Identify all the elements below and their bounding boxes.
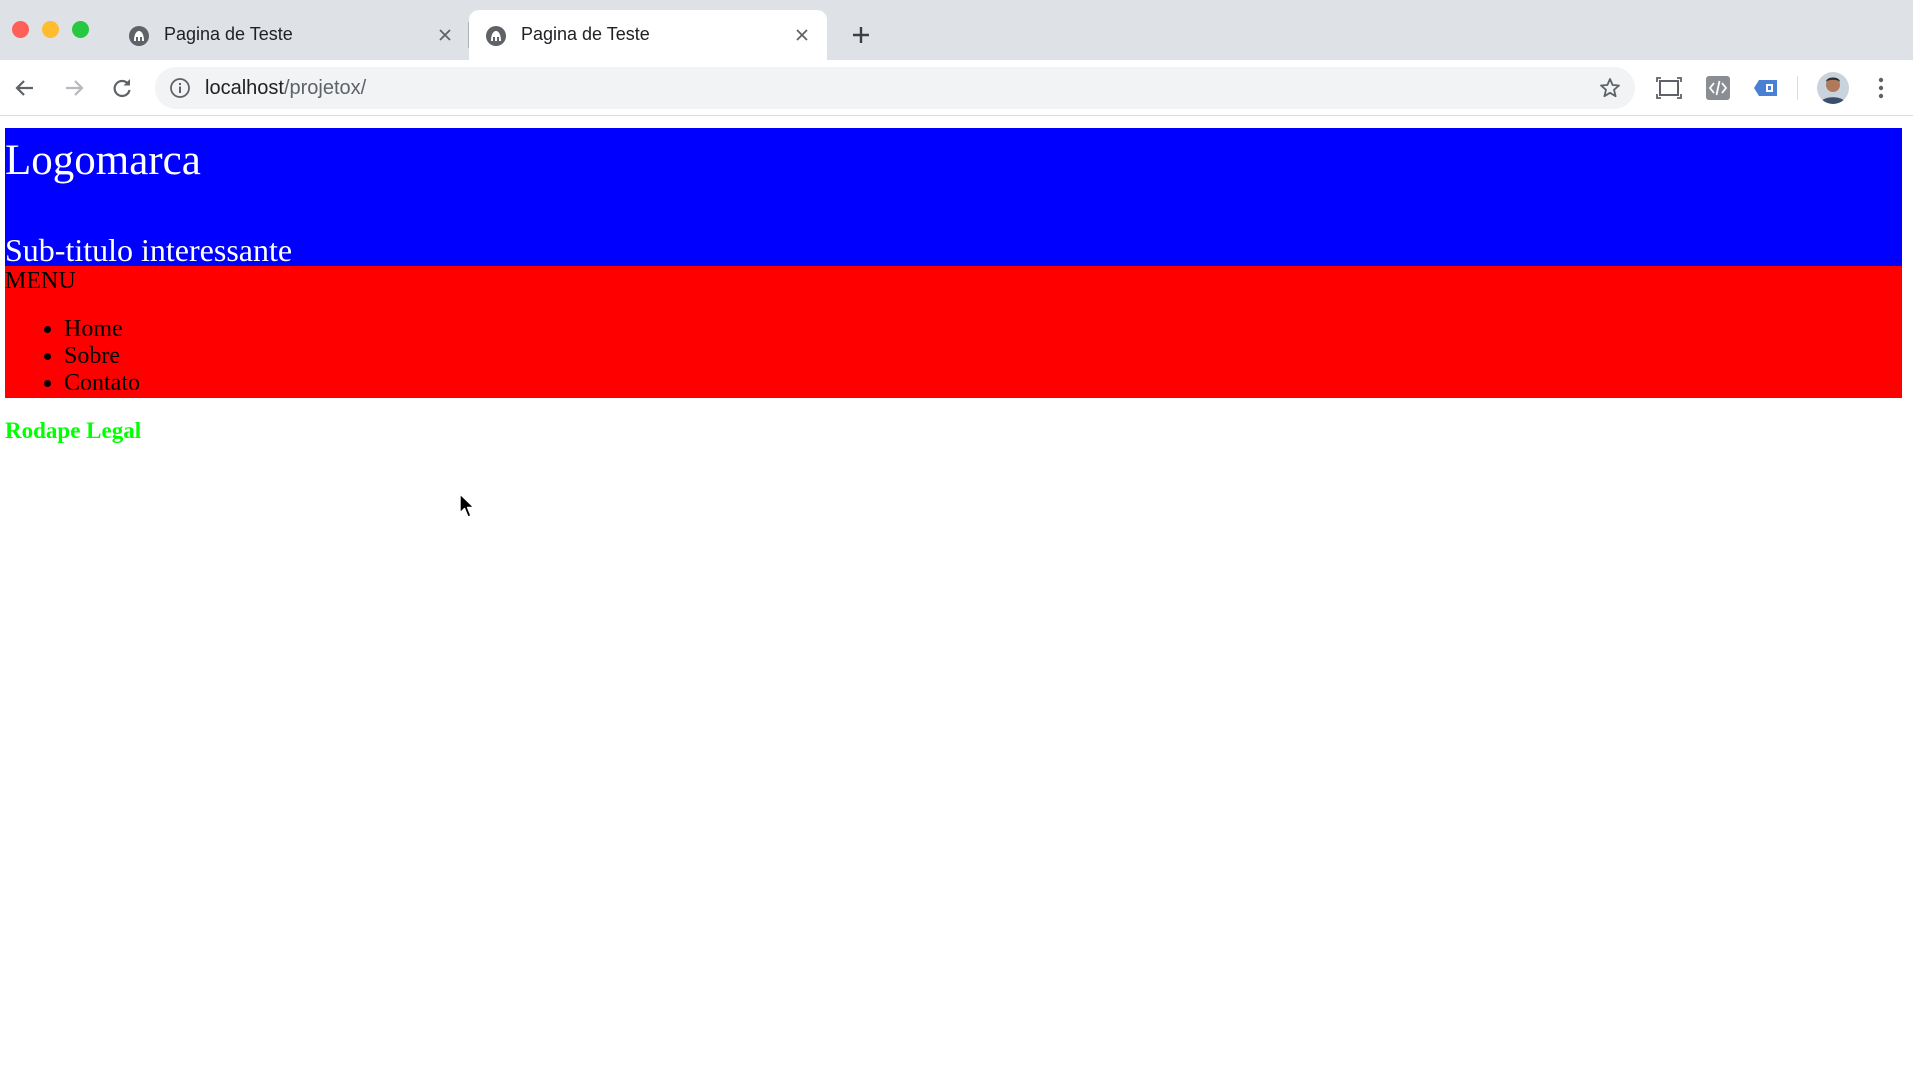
url-text: localhost/projetox/ (205, 77, 366, 100)
menu-link-home[interactable]: Home (64, 316, 123, 342)
plus-icon (853, 27, 869, 43)
arrow-right-icon (66, 80, 84, 96)
profile-avatar[interactable] (1817, 72, 1849, 104)
arrow-left-icon (15, 80, 33, 96)
menu-link-contato[interactable]: Contato (64, 370, 140, 396)
page-logo: Logomarca (5, 137, 201, 184)
new-tab-button[interactable] (848, 22, 874, 48)
window-minimize-button[interactable] (42, 21, 59, 38)
info-icon[interactable] (169, 77, 191, 99)
toolbar-divider (1797, 76, 1798, 100)
menu-item-sobre: Sobre (64, 343, 140, 370)
tab-title: Pagina de Teste (521, 24, 650, 44)
menu-item-home: Home (64, 316, 140, 343)
menu-list: Home Sobre Contato (5, 316, 140, 397)
tab-close-icon[interactable] (434, 24, 456, 46)
tab-title: Pagina de Teste (164, 24, 293, 44)
tab-close-icon[interactable] (791, 24, 813, 46)
code-icon (1706, 76, 1730, 100)
address-bar[interactable]: localhost/projetox/ (155, 67, 1635, 109)
back-button[interactable] (10, 73, 40, 103)
user-avatar-icon (1817, 72, 1849, 104)
window-close-button[interactable] (12, 21, 29, 38)
page-menu: MENU Home Sobre Contato (5, 266, 1902, 398)
window-maximize-button[interactable] (72, 21, 89, 38)
browser-tab-2[interactable]: Pagina de Teste (469, 10, 827, 60)
kebab-menu-icon (1878, 77, 1884, 99)
screen-capture-icon (1656, 77, 1682, 99)
menu-title: MENU (5, 268, 76, 294)
code-extension-button[interactable] (1703, 73, 1733, 103)
screenshot-extension-button[interactable] (1654, 73, 1684, 103)
browser-tab-1[interactable]: Pagina de Teste (112, 10, 470, 60)
github-favicon-icon (129, 26, 149, 46)
browser-toolbar: localhost/projetox/ (0, 60, 1913, 116)
mouse-cursor-icon (459, 493, 475, 518)
forward-button[interactable] (59, 73, 89, 103)
devtools-extension-button[interactable] (1751, 73, 1781, 103)
url-path: /projetox/ (283, 77, 367, 99)
menu-link-sobre[interactable]: Sobre (64, 343, 120, 369)
extension-icon (1754, 80, 1777, 96)
page-header: Logomarca Sub-titulo interessante (5, 128, 1902, 266)
page-subtitle: Sub-titulo interessante (5, 232, 293, 268)
bookmark-star-icon[interactable] (1597, 75, 1623, 101)
page-footer: Rodape Legal (5, 418, 142, 443)
url-host: localhost (205, 77, 284, 99)
reload-button[interactable] (107, 73, 137, 103)
github-favicon-icon (486, 26, 506, 46)
page-viewport: Logomarca Sub-titulo interessante MENU H… (0, 117, 1913, 1077)
menu-item-contato: Contato (64, 370, 140, 397)
browser-menu-button[interactable] (1866, 73, 1896, 103)
reload-icon (113, 79, 131, 98)
tab-strip: Pagina de Teste Pagina de Teste (0, 0, 1913, 60)
